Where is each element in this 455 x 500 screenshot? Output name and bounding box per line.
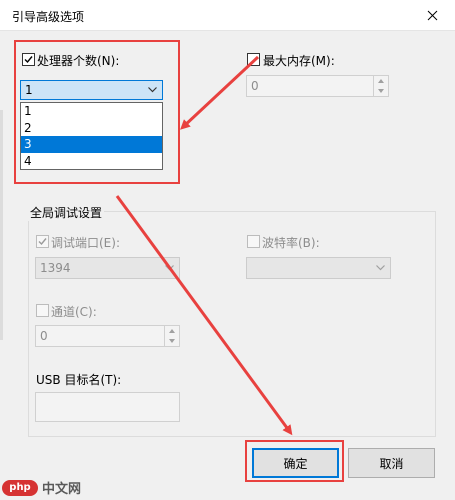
ok-button[interactable]: 确定 — [252, 448, 339, 478]
dropdown-option-3[interactable]: 3 — [21, 136, 162, 153]
usb-target-label: USB 目标名(T): — [36, 373, 122, 387]
close-button[interactable] — [410, 0, 455, 30]
channel-spinner[interactable] — [164, 326, 179, 346]
watermark-logo: php — [2, 479, 38, 496]
window-title: 引导高级选项 — [12, 10, 85, 24]
processors-label: 处理器个数(N): — [37, 54, 120, 68]
dropdown-option-2[interactable]: 2 — [21, 120, 162, 137]
checkmark-icon — [38, 238, 47, 246]
cancel-button[interactable]: 取消 — [348, 448, 435, 478]
processors-selected-value: 1 — [25, 83, 33, 97]
chevron-down-icon — [376, 265, 385, 271]
debug-port-label: 调试端口(E): — [51, 236, 120, 250]
channel-value: 0 — [40, 329, 48, 343]
watermark: php 中文网 — [2, 478, 81, 497]
global-debug-title: 全局调试设置 — [28, 204, 105, 221]
debug-port-value: 1394 — [40, 261, 71, 275]
watermark-text: 中文网 — [42, 482, 82, 497]
dropdown-option-4[interactable]: 4 — [21, 153, 162, 170]
spin-up-icon[interactable] — [374, 76, 388, 86]
processors-checkbox[interactable] — [22, 53, 35, 66]
baud-rate-combobox[interactable] — [246, 257, 391, 279]
processors-combobox[interactable]: 1 — [20, 80, 163, 100]
spin-down-icon[interactable] — [374, 86, 388, 96]
baud-rate-label: 波特率(B): — [262, 236, 320, 250]
channel-label: 通道(C): — [51, 305, 97, 319]
dropdown-option-1[interactable]: 1 — [21, 103, 162, 120]
background-window-edge — [0, 110, 3, 340]
processors-dropdown-list: 1 2 3 4 — [20, 102, 163, 170]
max-memory-label: 最大内存(M): — [263, 54, 335, 68]
checkmark-icon — [24, 56, 33, 64]
debug-port-checkbox[interactable] — [36, 235, 49, 248]
spin-down-icon[interactable] — [165, 336, 179, 346]
debug-port-combobox[interactable]: 1394 — [35, 257, 180, 279]
baud-rate-checkbox[interactable] — [247, 235, 260, 248]
channel-checkbox[interactable] — [36, 304, 49, 317]
spin-up-icon[interactable] — [165, 326, 179, 336]
chevron-down-icon — [165, 265, 174, 271]
channel-spinbox[interactable]: 0 — [35, 325, 180, 347]
chevron-down-icon — [148, 87, 157, 93]
max-memory-spinbox[interactable]: 0 — [246, 75, 389, 97]
usb-target-input[interactable] — [35, 392, 180, 422]
max-memory-spinner[interactable] — [373, 76, 388, 96]
max-memory-checkbox[interactable] — [247, 53, 260, 66]
max-memory-value: 0 — [251, 79, 259, 93]
close-icon — [427, 10, 438, 20]
